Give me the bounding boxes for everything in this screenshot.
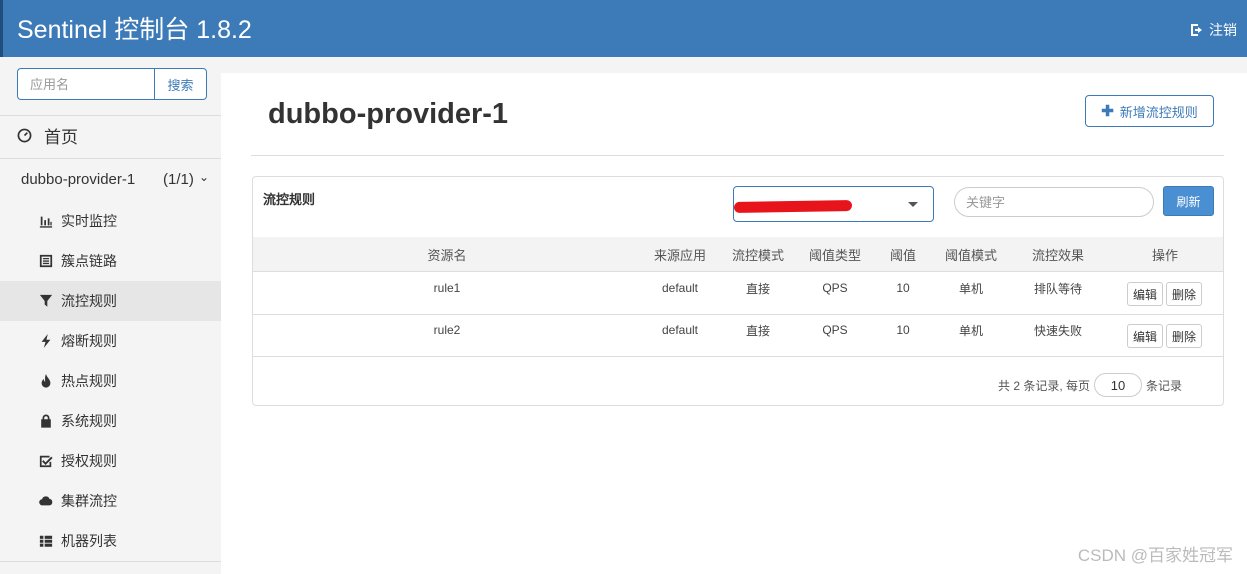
pager-total-label: 共 2 条记录, 每页 bbox=[998, 378, 1091, 393]
list-icon bbox=[38, 254, 53, 269]
sidebar-item-label: 首页 bbox=[44, 128, 78, 147]
cell-origin: default bbox=[661, 323, 699, 337]
filter-icon bbox=[38, 294, 53, 309]
keyword-input[interactable] bbox=[954, 187, 1154, 217]
sidebar-item-label: 熔断规则 bbox=[61, 333, 117, 349]
column-header: 来源应用 bbox=[653, 248, 707, 263]
delete-button[interactable]: 删除 bbox=[1166, 282, 1203, 306]
refresh-button[interactable]: 刷新 bbox=[1163, 186, 1214, 216]
column-header: 流控模式 bbox=[731, 248, 785, 263]
top-navbar: Sentinel 控制台 1.8.2 注销 bbox=[0, 0, 1247, 57]
chevron-down-icon: ⌄ bbox=[199, 170, 210, 184]
app-search: 搜索 bbox=[17, 68, 207, 100]
cell-origin: default bbox=[661, 281, 699, 295]
panel-title: 流控规则 bbox=[263, 192, 316, 207]
table-header: 资源名 来源应用 流控模式 阈值类型 阈值 阈值模式 流控效果 操作 bbox=[253, 237, 1223, 272]
page-title: dubbo-provider-1 bbox=[268, 98, 509, 130]
cell-cluster-mode: 单机 bbox=[958, 323, 984, 338]
main-content: dubbo-provider-1 ✚ 新增流控规则 流控规则 刷新 资源名 来源… bbox=[221, 73, 1247, 574]
column-header: 流控效果 bbox=[1031, 248, 1085, 263]
redaction-mark bbox=[733, 199, 853, 214]
cell-grade: QPS bbox=[822, 281, 848, 295]
bar-chart-icon bbox=[38, 214, 53, 229]
delete-button[interactable]: 删除 bbox=[1166, 324, 1203, 348]
logout-icon bbox=[1191, 24, 1202, 36]
cell-grade: QPS bbox=[822, 323, 848, 337]
lock-icon bbox=[38, 414, 53, 429]
sidebar-app-toggle[interactable]: dubbo-provider-1 (1/1) ⌄ bbox=[21, 170, 211, 188]
cell-mode: 直接 bbox=[745, 281, 771, 296]
sidebar: 搜索 首页 dubbo-provider-1 (1/1) ⌄ 实时监控 簇点链路… bbox=[0, 57, 221, 574]
logout-link[interactable]: 注销 bbox=[1189, 20, 1237, 40]
check-square-icon bbox=[38, 454, 53, 469]
flow-rules-panel: 流控规则 刷新 资源名 来源应用 流控模式 阈值类型 阈值 阈值模式 流控效果 … bbox=[252, 176, 1224, 406]
sidebar-item-label: 簇点链路 bbox=[61, 253, 117, 269]
sidebar-item-cluster-link[interactable]: 簇点链路 bbox=[0, 241, 221, 281]
app-name: dubbo-provider-1 bbox=[21, 171, 136, 188]
cell-resource: rule2 bbox=[433, 323, 461, 337]
sidebar-item-realtime-monitor[interactable]: 实时监控 bbox=[0, 201, 221, 241]
th-list-icon bbox=[38, 534, 53, 549]
app-machine-count: (1/1) bbox=[163, 171, 194, 188]
sidebar-item-label: 集群流控 bbox=[61, 493, 117, 509]
add-flow-rule-label: 新增流控规则 bbox=[1119, 104, 1198, 120]
sidebar-item-label: 热点规则 bbox=[61, 373, 117, 389]
cell-threshold: 10 bbox=[896, 281, 910, 295]
cell-cluster-mode: 单机 bbox=[958, 281, 984, 296]
fire-icon bbox=[38, 374, 53, 389]
add-flow-rule-button[interactable]: ✚ 新增流控规则 bbox=[1085, 95, 1214, 127]
plus-icon: ✚ bbox=[1101, 103, 1114, 120]
sidebar-item-system-rules[interactable]: 系统规则 bbox=[0, 401, 221, 441]
sidebar-item-degrade-rules[interactable]: 熔断规则 bbox=[0, 321, 221, 361]
cell-resource: rule1 bbox=[433, 281, 461, 295]
sidebar-divider bbox=[0, 158, 221, 159]
sidebar-item-flow-rules[interactable]: 流控规则 bbox=[0, 281, 221, 321]
sidebar-item-label: 授权规则 bbox=[61, 453, 117, 469]
column-header: 阈值 bbox=[889, 248, 917, 263]
page-size-input[interactable] bbox=[1094, 373, 1143, 397]
app-search-button[interactable]: 搜索 bbox=[154, 68, 207, 100]
pagination: 共 2 条记录, 每页 条记录 bbox=[998, 373, 1182, 397]
column-header: 阈值类型 bbox=[808, 248, 862, 263]
sidebar-item-home[interactable]: 首页 bbox=[17, 123, 78, 148]
sidebar-item-machine-list[interactable]: 机器列表 bbox=[0, 521, 221, 561]
machine-select[interactable] bbox=[733, 186, 934, 222]
row-actions: 编辑 删除 bbox=[1127, 324, 1203, 348]
column-header: 阈值模式 bbox=[944, 248, 998, 263]
table-row: rule2 default 直接 QPS 10 单机 快速失败 编辑 删除 bbox=[253, 315, 1223, 357]
sidebar-item-hotspot-rules[interactable]: 热点规则 bbox=[0, 361, 221, 401]
cloud-icon bbox=[38, 494, 53, 509]
edit-button[interactable]: 编辑 bbox=[1127, 324, 1164, 348]
column-header: 资源名 bbox=[427, 248, 467, 263]
pager-suffix-label: 条记录 bbox=[1146, 378, 1183, 393]
dashboard-icon bbox=[17, 128, 32, 143]
cell-effect: 排队等待 bbox=[1033, 281, 1083, 296]
caret-down-icon bbox=[908, 202, 918, 207]
sidebar-item-label: 机器列表 bbox=[61, 533, 117, 549]
title-divider bbox=[251, 155, 1224, 156]
sidebar-item-cluster-flow[interactable]: 集群流控 bbox=[0, 481, 221, 521]
row-actions: 编辑 删除 bbox=[1127, 282, 1203, 306]
sidebar-item-label: 实时监控 bbox=[61, 213, 117, 229]
column-header: 操作 bbox=[1151, 248, 1179, 263]
cell-threshold: 10 bbox=[896, 323, 910, 337]
logout-label: 注销 bbox=[1209, 22, 1237, 38]
sidebar-item-label: 流控规则 bbox=[61, 293, 117, 309]
edit-button[interactable]: 编辑 bbox=[1127, 282, 1164, 306]
sidebar-divider bbox=[0, 561, 221, 562]
sidebar-item-authority-rules[interactable]: 授权规则 bbox=[0, 441, 221, 481]
app-brand[interactable]: Sentinel 控制台 1.8.2 bbox=[17, 10, 252, 46]
sidebar-item-label: 系统规则 bbox=[61, 413, 117, 429]
watermark: CSDN @百家姓冠军 bbox=[1077, 546, 1233, 565]
sidebar-divider bbox=[0, 115, 221, 116]
cell-effect: 快速失败 bbox=[1033, 323, 1083, 338]
flash-icon bbox=[38, 334, 53, 349]
table-row: rule1 default 直接 QPS 10 单机 排队等待 编辑 删除 bbox=[253, 273, 1223, 315]
cell-mode: 直接 bbox=[745, 323, 771, 338]
app-search-input[interactable] bbox=[17, 68, 154, 100]
